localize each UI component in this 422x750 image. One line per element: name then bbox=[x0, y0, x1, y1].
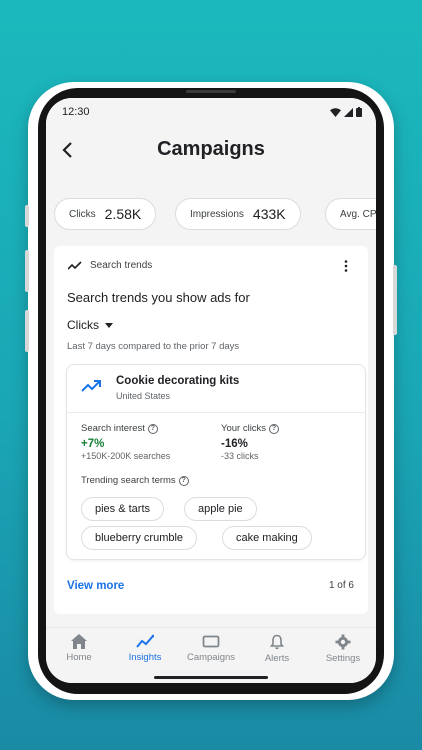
metric-chip-clicks[interactable]: Clicks 2.58K bbox=[54, 198, 157, 230]
trending-label-text: Trending search terms bbox=[81, 475, 176, 486]
more-options-button[interactable] bbox=[338, 258, 354, 274]
search-interest-value: +7% bbox=[81, 438, 105, 450]
app-screen: 12:30 Campaigns Clicks 2.58K Impressions… bbox=[46, 98, 376, 683]
comparison-text: Last 7 days compared to the prior 7 days bbox=[67, 341, 240, 352]
metric-chip-impressions[interactable]: Impressions 433K bbox=[175, 198, 301, 230]
campaigns-icon bbox=[202, 635, 220, 648]
search-term-chip[interactable]: blueberry crumble bbox=[81, 526, 198, 550]
wifi-icon bbox=[330, 107, 341, 117]
page-title: Campaigns bbox=[157, 138, 265, 160]
trend-card[interactable]: Cookie decorating kits United States Sea… bbox=[66, 364, 366, 560]
help-icon[interactable]: ? bbox=[269, 423, 280, 434]
section-title: Search trends you show ads for bbox=[67, 290, 250, 305]
dropdown-value: Clicks bbox=[67, 318, 99, 332]
bell-icon bbox=[269, 634, 285, 650]
nav-settings[interactable]: Settings bbox=[310, 634, 376, 664]
status-time: 12:30 bbox=[62, 106, 90, 118]
divider bbox=[67, 412, 365, 413]
nav-label: Campaigns bbox=[186, 652, 236, 663]
nav-campaigns[interactable]: Campaigns bbox=[178, 634, 244, 663]
battery-icon bbox=[356, 107, 362, 117]
search-term-chip[interactable]: cake making bbox=[222, 526, 312, 550]
search-interest-sub: +150K-200K searches bbox=[81, 451, 171, 461]
home-icon bbox=[71, 634, 87, 649]
phone-side-button bbox=[25, 310, 29, 352]
bottom-navigation: Home Insights Campaigns Alerts Settings bbox=[46, 627, 376, 683]
metric-label: Clicks bbox=[69, 208, 96, 220]
home-indicator[interactable] bbox=[154, 676, 268, 679]
metrics-chip-row[interactable]: Clicks 2.58K Impressions 433K Avg. CP bbox=[46, 194, 376, 244]
search-term-chip[interactable]: pies & tarts bbox=[81, 497, 165, 521]
insights-content: Search trends Search trends you show ads… bbox=[46, 244, 376, 627]
insights-icon bbox=[136, 634, 154, 648]
search-interest-metric: Search interest ? +7% +150K-200K searche… bbox=[81, 423, 170, 461]
nav-label: Insights bbox=[128, 652, 162, 663]
search-interest-label: Search interest ? bbox=[81, 423, 170, 434]
phone-side-button bbox=[25, 250, 29, 292]
metric-label: Avg. CP bbox=[340, 208, 376, 220]
trending-terms-label: Trending search terms ? bbox=[81, 475, 189, 486]
nav-label: Home bbox=[66, 652, 92, 663]
nav-label: Settings bbox=[325, 653, 361, 664]
your-clicks-metric: Your clicks ? -16% -33 clicks bbox=[221, 423, 280, 461]
your-clicks-value: -16% bbox=[221, 438, 248, 450]
metric-label: Impressions bbox=[190, 208, 244, 220]
phone-power-button bbox=[393, 265, 397, 335]
more-vert-icon bbox=[344, 260, 348, 272]
nav-label: Alerts bbox=[264, 653, 290, 664]
metric-value: 433K bbox=[252, 206, 286, 222]
dropdown-arrow-icon bbox=[105, 322, 113, 328]
metric-dropdown[interactable]: Clicks bbox=[67, 318, 113, 332]
help-icon[interactable]: ? bbox=[147, 423, 158, 434]
gear-icon bbox=[335, 634, 351, 650]
app-header: Campaigns bbox=[46, 124, 376, 194]
signal-icon bbox=[344, 107, 353, 117]
section-header: Search trends bbox=[68, 260, 152, 271]
metric-value: 2.58K bbox=[104, 206, 142, 222]
your-clicks-label: Your clicks ? bbox=[221, 423, 280, 434]
trending-up-icon bbox=[81, 380, 101, 392]
metric-label-text: Your clicks bbox=[221, 423, 267, 434]
view-more-link[interactable]: View more bbox=[67, 580, 124, 592]
search-trends-card: Search trends Search trends you show ads… bbox=[54, 246, 368, 614]
nav-alerts[interactable]: Alerts bbox=[244, 634, 310, 664]
section-label: Search trends bbox=[90, 260, 153, 271]
pager-indicator: 1 of 6 bbox=[328, 580, 354, 591]
trend-line-icon bbox=[68, 260, 82, 270]
metric-label-text: Search interest bbox=[81, 423, 145, 434]
nav-insights[interactable]: Insights bbox=[112, 634, 178, 663]
trend-location: United States bbox=[116, 391, 171, 401]
phone-earpiece bbox=[186, 90, 236, 93]
nav-home[interactable]: Home bbox=[46, 634, 112, 663]
metric-chip-avg-cpc[interactable]: Avg. CP bbox=[325, 198, 376, 230]
status-bar: 12:30 bbox=[46, 98, 376, 124]
search-term-chip[interactable]: apple pie bbox=[184, 497, 257, 521]
phone-side-button bbox=[25, 205, 29, 227]
your-clicks-sub: -33 clicks bbox=[221, 451, 259, 461]
trend-title: Cookie decorating kits bbox=[116, 375, 240, 387]
status-icons bbox=[330, 107, 362, 117]
help-icon[interactable]: ? bbox=[178, 475, 189, 486]
